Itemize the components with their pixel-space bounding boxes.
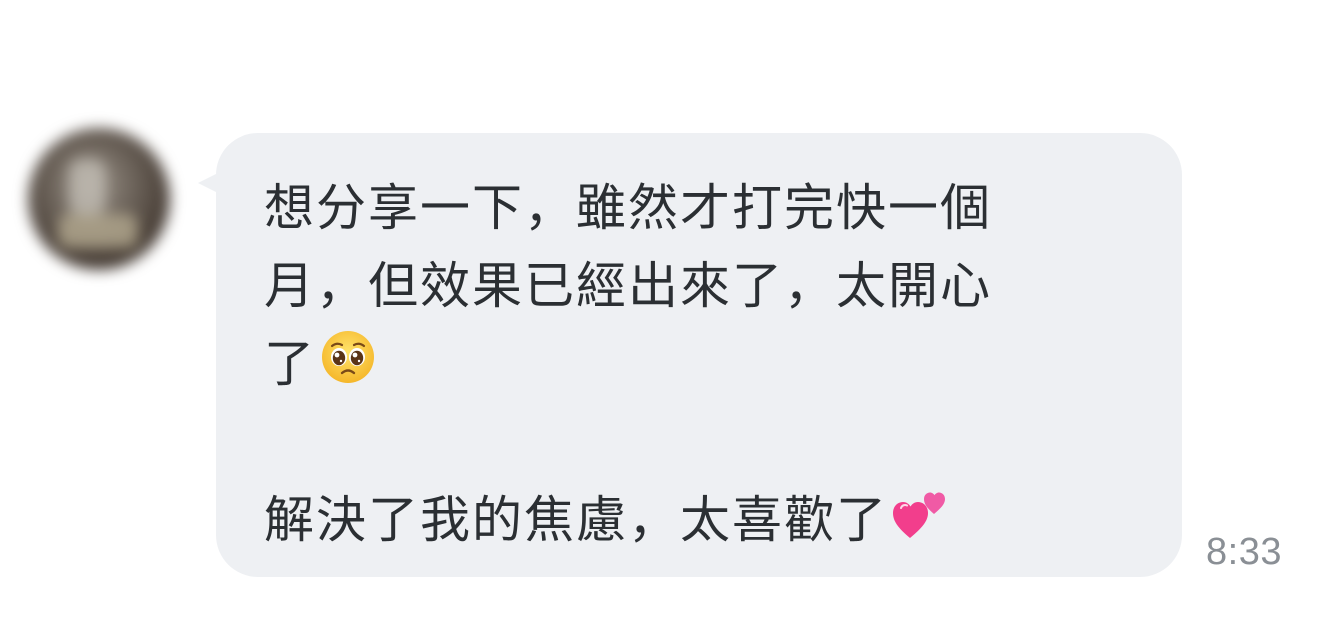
message-line-5-text: 解決了我的焦慮，太喜歡了 [264, 491, 888, 549]
message-line-3: 了 [264, 325, 1142, 403]
bubble-tail [198, 173, 218, 193]
pleading-face-emoji-icon [320, 329, 376, 407]
message-line-5: 解決了我的焦慮，太喜歡了 [264, 481, 1142, 559]
message-line-3-text: 了 [264, 335, 316, 393]
message-line-1: 想分享一下，雖然才打完快一個 [264, 179, 992, 237]
chat-screen: 想分享一下，雖然才打完快一個 月，但效果已經出來了，太開心 了 解決了我的焦慮，… [0, 0, 1320, 618]
sender-avatar[interactable] [28, 128, 170, 270]
message-timestamp: 8:33 [1206, 531, 1282, 573]
message-bubble[interactable]: 想分享一下，雖然才打完快一個 月，但效果已經出來了，太開心 了 解決了我的焦慮，… [216, 133, 1182, 577]
message-line-2: 月，但效果已經出來了，太開心 [264, 257, 992, 315]
two-hearts-emoji-icon [892, 484, 950, 564]
